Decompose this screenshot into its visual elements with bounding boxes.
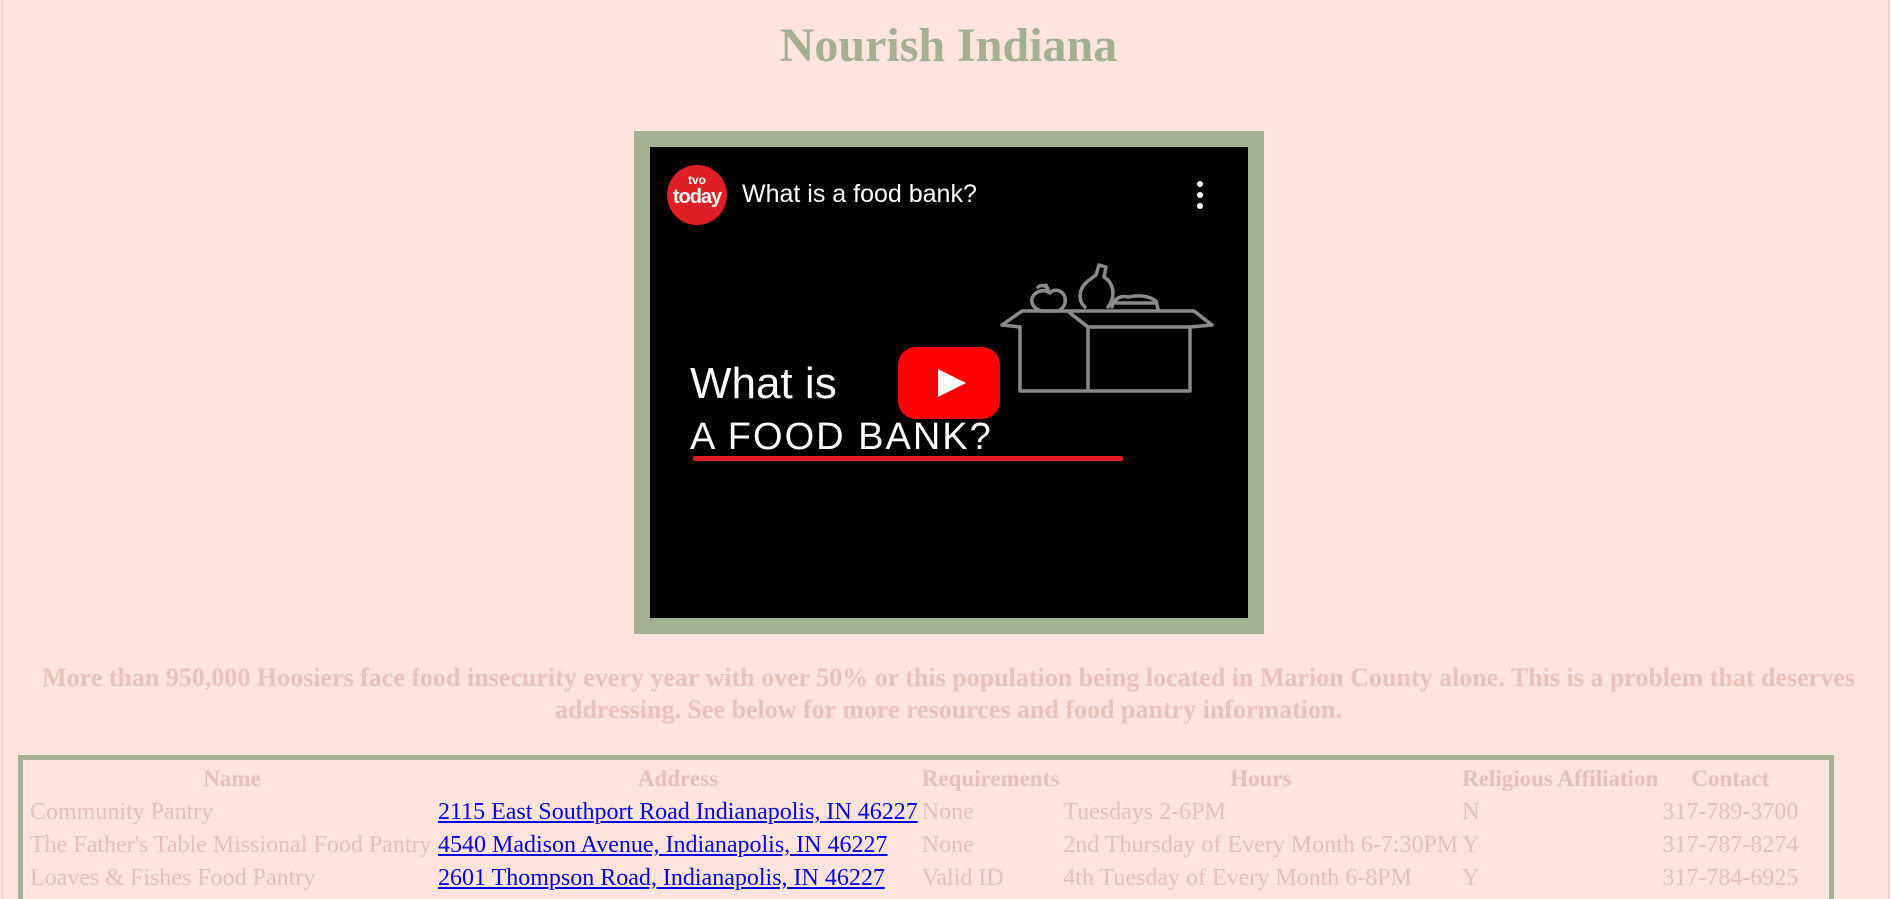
video-title-link[interactable]: What is a food bank? — [742, 179, 977, 209]
pantry-address-cell: 2115 East Southport Road Indianapolis, I… — [438, 797, 918, 828]
pantry-religious-affiliation: N — [1462, 799, 1480, 825]
pantry-name: Community Pantry — [30, 799, 214, 825]
channel-logo-big-text: today — [672, 186, 722, 208]
thumbnail-heading-line1: What is — [690, 359, 837, 408]
pantry-hours: Tuesdays 2-6PM — [1063, 799, 1226, 825]
youtube-video-player[interactable]: tvo today What is a food bank? What is A… — [650, 147, 1248, 618]
pantry-requirements: None — [921, 799, 974, 825]
pantry-contact: 317-784-6925 — [1662, 865, 1799, 891]
pantry-contact: 317-789-3700 — [1662, 799, 1799, 825]
table-row: Community Pantry 2115 East Southport Roa… — [30, 797, 1798, 828]
pantry-contact: 317-787-8274 — [1662, 832, 1799, 858]
pantry-religious-affiliation: Y — [1462, 832, 1480, 858]
pantry-hours: 4th Tuesday of Every Month 6-8PM — [1063, 865, 1412, 891]
pantry-address-link[interactable]: 4540 Madison Avenue, Indianapolis, IN 46… — [438, 832, 888, 858]
pantry-religious-affiliation: Y — [1462, 865, 1480, 891]
thumbnail-underline — [693, 456, 1123, 461]
pantry-address-cell: 2601 Thompson Road, Indianapolis, IN 462… — [438, 863, 918, 894]
pantry-requirements: None — [921, 832, 974, 858]
pantry-address-cell: 4540 Madison Avenue, Indianapolis, IN 46… — [438, 830, 918, 861]
pantry-name: Loaves & Fishes Food Pantry — [30, 865, 316, 891]
food-box-icon — [1000, 263, 1214, 393]
intro-description: More than 950,000 Hoosiers face food ins… — [42, 663, 1855, 724]
column-header-address: Address — [637, 766, 718, 791]
play-button[interactable] — [898, 347, 1000, 419]
column-header-name: Name — [203, 766, 261, 791]
channel-logo[interactable]: tvo today — [667, 165, 727, 225]
thumbnail-heading-line2: A FOOD BANK? — [690, 416, 993, 458]
table-row: Loaves & Fishes Food Pantry 2601 Thompso… — [30, 863, 1798, 894]
pantry-hours: 2nd Thursday of Every Month 6-7:30PM — [1063, 832, 1459, 858]
column-header-religious-affiliation: Religious Affiliation — [1462, 766, 1659, 791]
pantry-address-link[interactable]: 2115 East Southport Road Indianapolis, I… — [438, 799, 918, 825]
pantry-address-link[interactable]: 2601 Thompson Road, Indianapolis, IN 462… — [438, 865, 885, 891]
food-pantry-table-frame: Name Address Requirements Hours Religiou… — [18, 755, 1834, 899]
table-row: The Father's Table Missional Food Pantry… — [30, 830, 1798, 861]
column-header-requirements: Requirements — [921, 766, 1060, 791]
table-header-row: Name Address Requirements Hours Religiou… — [30, 763, 1798, 795]
more-vertical-icon[interactable] — [1190, 181, 1210, 209]
column-header-hours: Hours — [1230, 766, 1292, 791]
food-pantry-table: Name Address Requirements Hours Religiou… — [26, 761, 1802, 896]
page-title: Nourish Indiana — [779, 19, 1118, 72]
pantry-requirements: Valid ID — [921, 865, 1004, 891]
video-embed-frame: tvo today What is a food bank? What is A… — [634, 131, 1264, 634]
page-container: Nourish Indiana tvo today What is a food… — [2, 0, 1889, 899]
column-header-contact: Contact — [1691, 766, 1770, 791]
pantry-name: The Father's Table Missional Food Pantry — [30, 832, 432, 858]
